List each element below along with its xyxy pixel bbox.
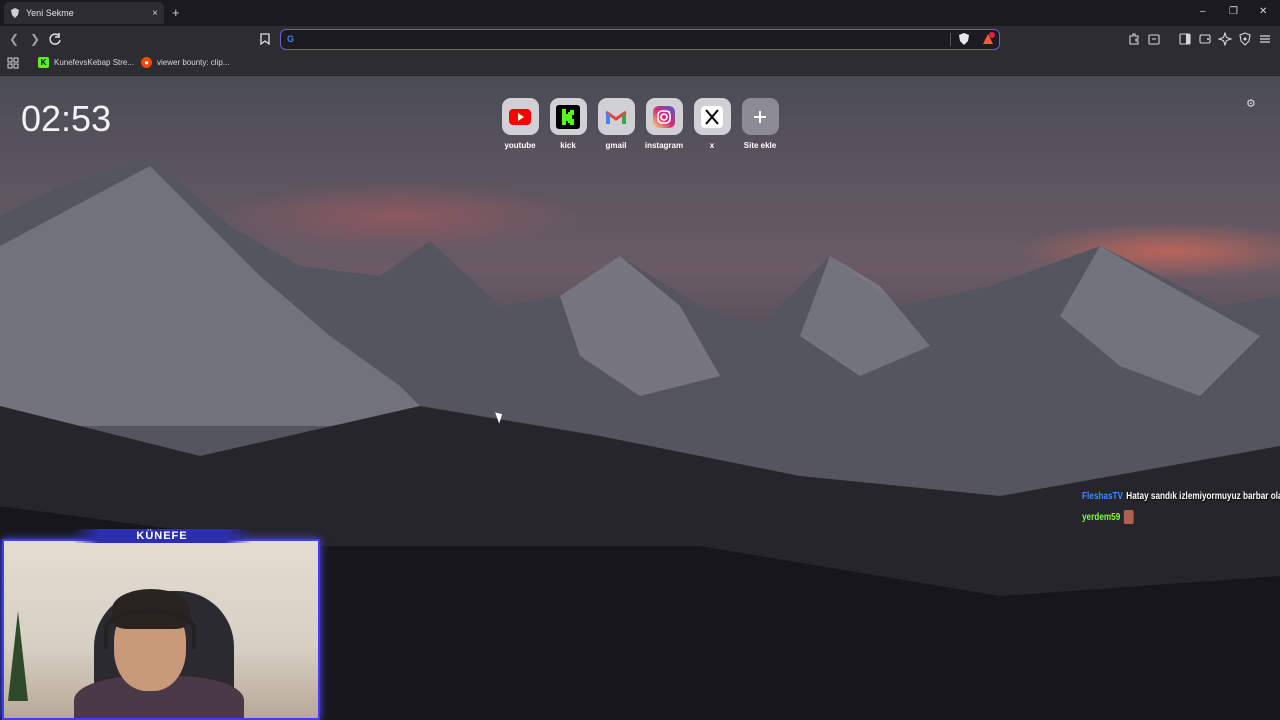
tab-bar: Yeni Sekme × + – ❐ ✕ [0,0,1280,26]
webcam-overlay: KÜNEFE [2,529,320,720]
tab-manager-icon[interactable] [1147,32,1161,46]
kick-icon: K [38,57,49,68]
shortcut-label: youtube [504,141,536,150]
address-bar[interactable]: G [280,29,1000,50]
shortcut-add-site[interactable]: Site ekle [740,98,780,150]
vpn-icon[interactable] [1238,32,1252,46]
brave-shield-icon [11,8,19,18]
bookmark-kunefevskebap[interactable]: K KunefevsKebap Stre... [38,57,134,68]
shortcut-label: kick [560,141,576,150]
gmail-icon [605,110,627,124]
toolbar: ❮ ❯ G [0,26,1280,53]
headphones-icon [104,609,196,649]
shortcut-label: instagram [644,141,684,150]
sidebar-icon[interactable] [1178,32,1192,46]
apps-grid-icon[interactable] [7,57,19,69]
chat-username: yerdem59 [1082,511,1121,523]
chat-overlay: FleshasTV Hatay sandık izlemiyormuyuz ba… [1082,491,1280,532]
wallet-icon[interactable] [1198,32,1212,46]
shortcut-kick[interactable]: kick [548,98,588,150]
emote-icon [1123,510,1134,524]
bookmark-label: viewer bounty: clip... [157,58,230,67]
menu-icon[interactable] [1258,32,1272,46]
chat-message: FleshasTV Hatay sandık izlemiyormuyuz ba… [1082,491,1280,502]
bookmark-icon[interactable] [258,32,272,46]
back-button[interactable]: ❮ [9,32,19,46]
brave-shields-icon[interactable] [958,33,970,45]
forward-button[interactable]: ❯ [30,32,40,46]
bookmarks-bar: K KunefevsKebap Stre... ● viewer bounty:… [0,53,1280,75]
chat-message: yerdem59 [1082,510,1280,524]
window-close-button[interactable]: ✕ [1259,6,1267,17]
tab-close-icon[interactable]: × [152,8,158,19]
google-icon: G [287,34,295,44]
address-input[interactable] [301,32,941,47]
chat-username: FleshasTV [1082,491,1124,502]
bookmark-viewer-bounty[interactable]: ● viewer bounty: clip... [141,57,229,68]
bookmark-label: KunefevsKebap Stre... [54,58,135,67]
shortcut-x[interactable]: x [692,98,732,150]
new-tab-button[interactable]: + [172,5,180,20]
address-divider [950,33,951,46]
shortcut-label: gmail [605,141,627,150]
kick-icon [556,104,580,129]
shortcut-label: x [709,141,715,150]
chat-text: Hatay sandık izlemiyormuyuz barbar olalı… [1126,491,1280,502]
shortcut-label: Site ekle [743,141,777,150]
shortcut-instagram[interactable]: instagram [644,98,684,150]
youtube-icon [509,108,531,125]
extensions-icon[interactable] [1127,32,1141,46]
shortcut-youtube[interactable]: youtube [500,98,540,150]
minimize-button[interactable]: – [1200,6,1206,17]
plus-icon [754,110,766,123]
leo-ai-icon[interactable] [1218,32,1232,46]
tab-new-tab[interactable]: Yeni Sekme × [4,2,164,24]
settings-gear-icon[interactable]: ⚙ [1246,97,1256,110]
shortcut-gmail[interactable]: gmail [596,98,636,150]
x-icon [701,105,723,128]
christmas-tree [8,611,28,701]
restore-button[interactable]: ❐ [1229,6,1238,17]
instagram-icon [653,105,675,128]
webcam-frame [2,539,320,720]
reload-icon[interactable] [48,32,62,46]
webcam-banner: KÜNEFE [72,529,252,543]
brave-rewards-icon[interactable] [981,32,995,46]
clock: 02:53 [21,98,112,139]
reddit-icon: ● [141,57,152,68]
tab-title: Yeni Sekme [26,8,74,18]
